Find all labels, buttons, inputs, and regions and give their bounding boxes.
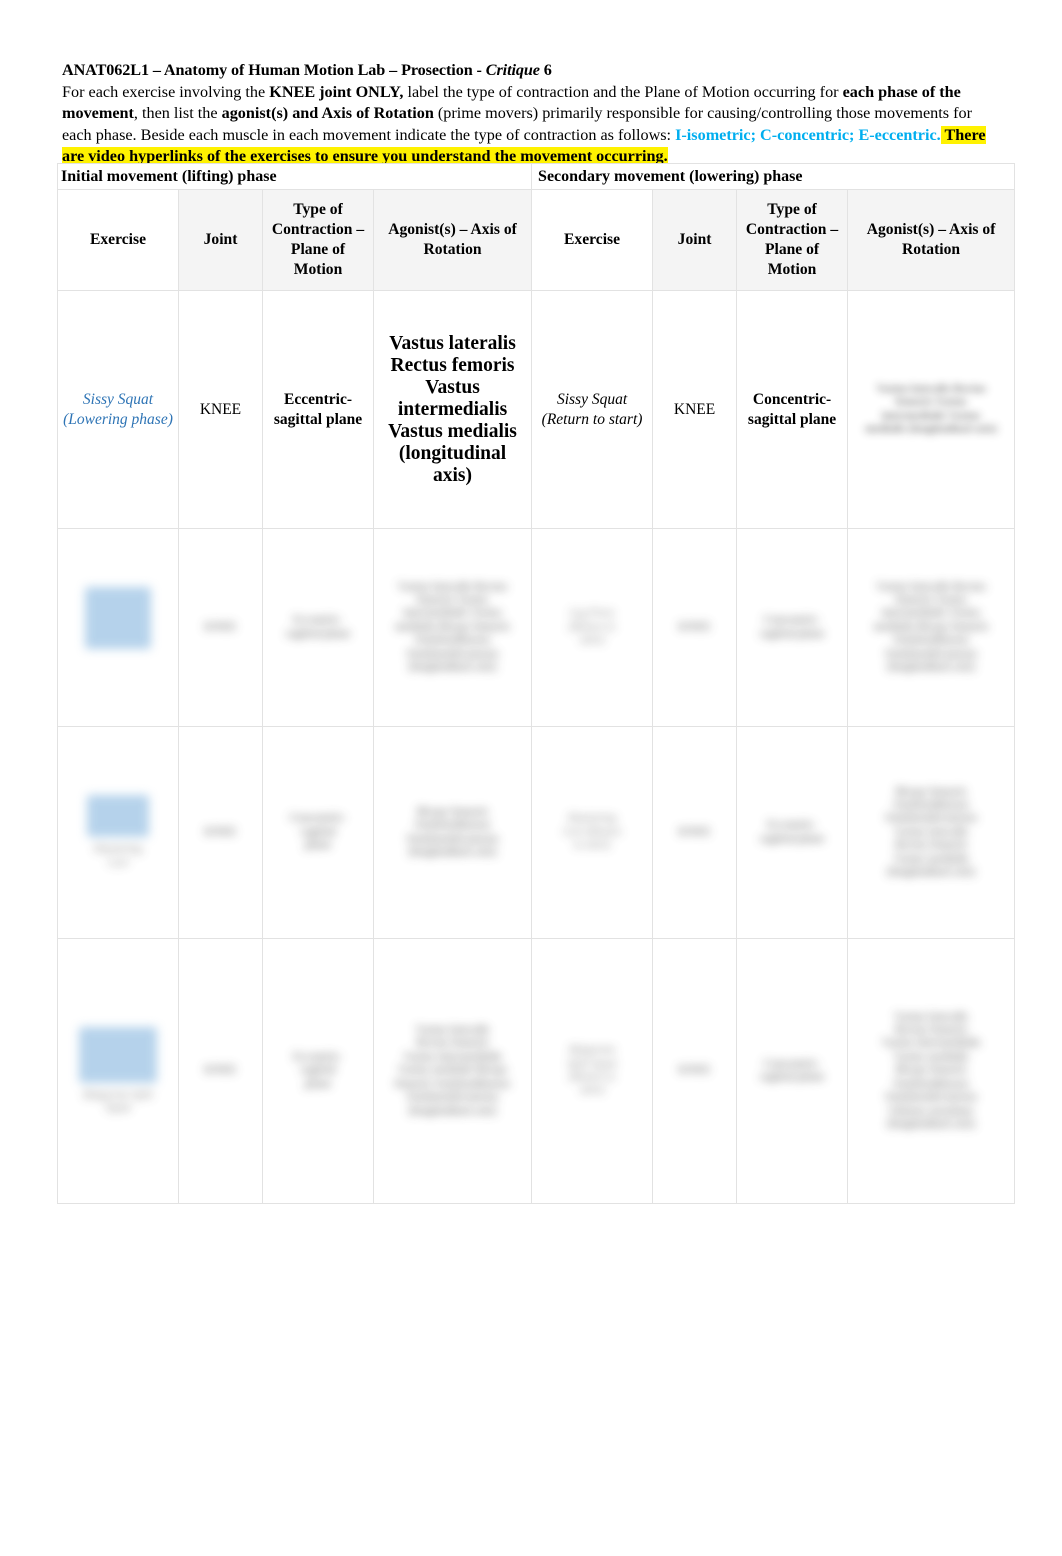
cell-joint-1: KNEE: [178, 528, 263, 727]
redacted-exercise-thumbnail-row3[interactable]: Hamstring Curl: [61, 795, 175, 870]
cell-agonist-1: Vastus lateralis Rectus femoris Vastus i…: [372, 528, 533, 727]
secondary-phase-banner: Secondary movement (lowering) phase: [531, 163, 1016, 190]
col-header-exercise-2: Exercise: [531, 189, 654, 291]
table-row: Hamstring Curl KNEE Concentric- sagittal…: [57, 726, 1016, 939]
redacted-agonist-row3: Biceps femoris Semitendinosus Semimembra…: [406, 805, 499, 858]
redacted-joint-2-row4: KNEE: [678, 1064, 711, 1077]
col-header-joint-1: Joint: [178, 189, 263, 291]
instructions-paragraph: For each exercise involving the KNEE joi…: [62, 82, 1004, 167]
instructions-seg-3: label the type of contraction and the Pl…: [403, 83, 843, 101]
redacted-agonist-row4: Vastus lateralis Rectus femoris Vastus i…: [394, 1024, 511, 1117]
document-page: ANAT062L1 – Anatomy of Human Motion Lab …: [0, 0, 1062, 1556]
cell-type-1: Eccentric- sagittal plane: [262, 290, 374, 529]
redacted-type-2-row3: Eccentric- sagittal plane: [759, 819, 825, 845]
cell-agonist-1: Vastus lateralis Rectus femoris Vastus i…: [372, 938, 533, 1204]
col-header-exercise-1: Exercise: [57, 189, 179, 291]
cell-exercise-1[interactable]: Sissy Squat (Lowering phase): [57, 290, 179, 529]
cell-joint-2: KNEE: [652, 290, 738, 529]
redacted-agonist-2-row2: Vastus lateralis Rectus femoris Vastus i…: [873, 580, 989, 674]
cell-type-2: Eccentric- sagittal plane: [736, 726, 849, 939]
cell-exercise-1[interactable]: [57, 528, 179, 727]
cell-joint-2: KNEE: [652, 726, 738, 939]
instructions-knee-only: KNEE joint ONLY,: [269, 83, 404, 101]
cell-type-1: Eccentric- sagittal plane: [262, 938, 374, 1204]
redacted-agonist-row2: Vastus lateralis Rectus femoris Vastus i…: [395, 580, 510, 674]
col-header-agonist-1: Agonist(s) – Axis of Rotation: [372, 189, 533, 291]
col-header-type-2: Type of Contraction – Plane of Motion: [736, 189, 849, 291]
redacted-type-row4: Eccentric- sagittal plane: [293, 1050, 343, 1090]
col-header-joint-2: Joint: [652, 189, 738, 291]
redacted-type-2-row2: Concentric- sagittal plane: [759, 614, 825, 640]
critique-table-wrapper: Initial movement (lifting) phase Seconda…: [56, 163, 1016, 1204]
redacted-agonist-content-row1: Vastus lateralis Rectus femoris Vastus i…: [865, 382, 997, 435]
table-row: KNEE Eccentric- sagittal plane Vastus la…: [57, 528, 1016, 727]
instructions-seg-1: For each exercise involving the: [62, 83, 270, 101]
cell-exercise-1[interactable]: Bulgarian Split Squat: [57, 938, 179, 1204]
instructions-agonists-axis: agonist(s) and Axis of Rotation: [221, 104, 434, 123]
cell-agonist-1: Biceps femoris Semitendinosus Semimembra…: [372, 726, 533, 939]
exercise-label-sissy-squat-return[interactable]: Sissy Squat (Return to start): [542, 391, 643, 428]
redacted-type-row3: Concentric- sagittal plane: [289, 812, 347, 852]
col-header-type-1: Type of Contraction – Plane of Motion: [262, 189, 374, 291]
cell-exercise-2[interactable]: Bulgarian Split Squat (Return to start): [531, 938, 654, 1204]
redacted-joint-2-row3: KNEE: [678, 825, 711, 838]
exercise-thumbnail-image: [87, 795, 149, 838]
cell-exercise-2[interactable]: Sissy Squat (Return to start): [531, 290, 654, 529]
redacted-exercise-row4[interactable]: Bulgarian Split Squat (Return to start): [535, 1044, 649, 1098]
redacted-agonist-2-row3: Biceps femoris Semitendinosus Semimembra…: [884, 785, 978, 879]
document-title-critique-word: Critique: [485, 61, 540, 79]
cell-exercise-1[interactable]: Hamstring Curl: [57, 726, 179, 939]
cell-agonist-1: Vastus lateralis Rectus femoris Vastus i…: [372, 290, 533, 529]
cell-agonist-2: Vastus lateralis Rectus femoris Vastus i…: [847, 290, 1016, 529]
critique-table: Initial movement (lifting) phase Seconda…: [56, 163, 1016, 1204]
instructions-seg-5: , then list the: [133, 104, 222, 123]
table-row: Bulgarian Split Squat KNEE Eccentric- sa…: [57, 938, 1016, 1204]
cell-agonist-2: Biceps femoris Semitendinosus Semimembra…: [847, 726, 1016, 939]
table-header-row: Exercise Joint Type of Contraction – Pla…: [57, 189, 1016, 291]
cell-type-2: Concentric- sagittal plane: [736, 290, 849, 529]
redacted-exercise-row2[interactable]: Leg Press (Return to start): [535, 607, 649, 647]
redacted-joint-2-row2: KNEE: [678, 620, 711, 633]
redacted-exercise-thumbnail-row2[interactable]: [61, 586, 175, 668]
col-header-agonist-2: Agonist(s) – Axis of Rotation: [847, 189, 1016, 291]
cell-exercise-2[interactable]: Hamstring Curl (Return to start): [531, 726, 654, 939]
exercise-thumbnail-image: [79, 1026, 157, 1083]
cell-type-1: Concentric- sagittal plane: [262, 726, 374, 939]
redacted-type-row2: Eccentric- sagittal plane: [285, 614, 351, 640]
redacted-joint-row3: KNEE: [204, 825, 237, 838]
document-title-course: ANAT062L1 – Anatomy of Human Motion Lab …: [62, 61, 486, 79]
document-title: ANAT062L1 – Anatomy of Human Motion Lab …: [62, 60, 1004, 81]
cell-joint-2: KNEE: [652, 528, 738, 727]
initial-phase-banner: Initial movement (lifting) phase: [56, 163, 533, 190]
exercise-thumbnail-image: [85, 586, 151, 649]
redacted-exercise-thumbnail-row4[interactable]: Bulgarian Split Squat: [61, 1026, 175, 1116]
cell-joint-1: KNEE: [178, 726, 263, 939]
cell-agonist-2: Vastus lateralis Rectus femoris Vastus i…: [847, 938, 1016, 1204]
table-row: Sissy Squat (Lowering phase) KNEE Eccent…: [57, 290, 1016, 529]
cell-agonist-2: Vastus lateralis Rectus femoris Vastus i…: [847, 528, 1016, 727]
document-title-critique-number: 6: [539, 61, 552, 79]
cell-type-1: Eccentric- sagittal plane: [262, 528, 374, 727]
exercise-link-sissy-squat-lowering[interactable]: Sissy Squat (Lowering phase): [63, 391, 173, 428]
redacted-type-2-row4: Concentric- sagittal plane: [759, 1057, 825, 1083]
redacted-joint-row2: KNEE: [204, 620, 237, 633]
redacted-exercise-row3[interactable]: Hamstring Curl (Return to start): [535, 812, 649, 852]
redacted-agonist-2-row4: Vastus lateralis Rectus femoris Vastus i…: [881, 1010, 981, 1130]
cell-type-2: Concentric- sagittal plane: [736, 528, 849, 727]
heading-block: ANAT062L1 – Anatomy of Human Motion Lab …: [62, 60, 1004, 167]
cell-joint-1: KNEE: [178, 938, 263, 1204]
cell-type-2: Concentric- sagittal plane: [736, 938, 849, 1204]
cell-joint-2: KNEE: [652, 938, 738, 1204]
instructions-contraction-key: I-isometric; C-concentric; E-eccentric.: [675, 125, 941, 144]
cell-joint-1: KNEE: [178, 290, 263, 529]
redacted-joint-row4: KNEE: [204, 1064, 237, 1077]
phase-banner-row: Initial movement (lifting) phase Seconda…: [56, 163, 1016, 190]
agonist-list-1: Vastus lateralis Rectus femoris Vastus i…: [388, 332, 517, 486]
cell-exercise-2[interactable]: Leg Press (Return to start): [531, 528, 654, 727]
